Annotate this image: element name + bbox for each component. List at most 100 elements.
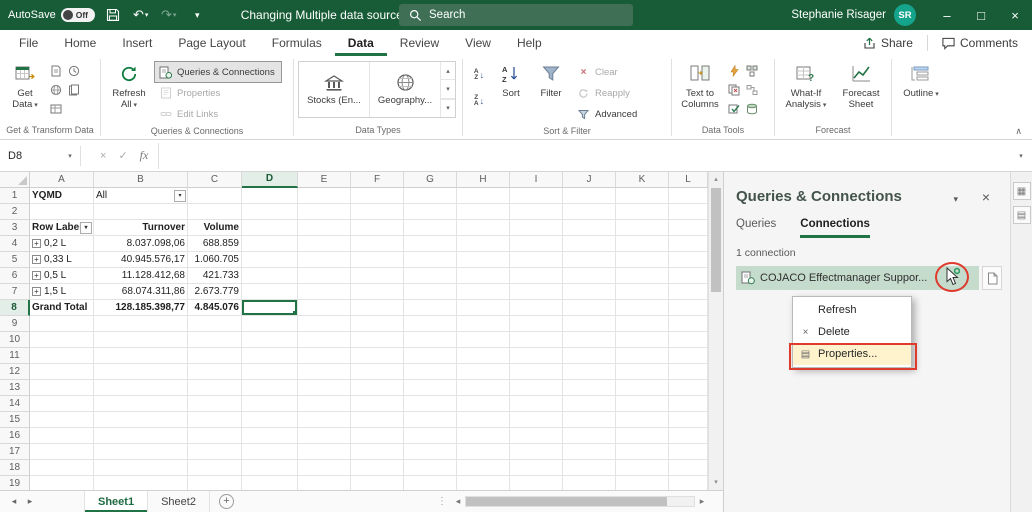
cell-D2[interactable] (242, 204, 298, 220)
connection-item[interactable]: COJACO Effectmanager Suppor... (736, 266, 979, 290)
cell-K17[interactable] (616, 444, 669, 460)
ribbon-tab-page-layout[interactable]: Page Layout (165, 30, 258, 56)
cell-A10[interactable] (30, 332, 94, 348)
cell-F16[interactable] (351, 428, 404, 444)
autosave-switch[interactable]: Off (61, 8, 95, 22)
cell-L11[interactable] (669, 348, 708, 364)
cell-I9[interactable] (510, 316, 563, 332)
cell-J9[interactable] (563, 316, 616, 332)
cell-H18[interactable] (457, 460, 510, 476)
cell-I4[interactable] (510, 236, 563, 252)
cell-H15[interactable] (457, 412, 510, 428)
cell-G2[interactable] (404, 204, 457, 220)
cell-H1[interactable] (457, 188, 510, 204)
cell-J12[interactable] (563, 364, 616, 380)
scroll-up-button[interactable]: ▴ (709, 172, 723, 187)
cell-J18[interactable] (563, 460, 616, 476)
refresh-all-button[interactable]: Refresh All▾ (105, 59, 153, 121)
collapse-ribbon-button[interactable]: ∧ (1015, 126, 1022, 137)
cell-G17[interactable] (404, 444, 457, 460)
cell-D11[interactable] (242, 348, 298, 364)
ribbon-tab-file[interactable]: File (6, 30, 51, 56)
what-if-analysis-button[interactable]: ? What-If Analysis▾ (779, 59, 833, 121)
cell-J13[interactable] (563, 380, 616, 396)
consolidate-button[interactable] (744, 63, 760, 79)
cell-I13[interactable] (510, 380, 563, 396)
relationships-button[interactable] (744, 82, 760, 98)
cell-A17[interactable] (30, 444, 94, 460)
sort-a-to-z-button[interactable]: AZ↓ (467, 64, 491, 86)
pivot-expand-button[interactable]: + (32, 287, 41, 296)
cell-K2[interactable] (616, 204, 669, 220)
forecast-sheet-button[interactable]: Forecast Sheet (835, 59, 887, 121)
cell-D6[interactable] (242, 268, 298, 284)
cell-F6[interactable] (351, 268, 404, 284)
cell-G18[interactable] (404, 460, 457, 476)
select-all-corner[interactable] (0, 172, 30, 188)
cell-J8[interactable] (563, 300, 616, 316)
properties-button[interactable]: Properties (155, 83, 281, 103)
cell-C2[interactable] (188, 204, 242, 220)
add-sheet-button[interactable]: + (219, 494, 234, 509)
hscroll-right-button[interactable]: ▸ (695, 496, 709, 507)
cell-B7[interactable]: 68.074.311,86 (94, 284, 188, 300)
cell-I8[interactable] (510, 300, 563, 316)
cell-D13[interactable] (242, 380, 298, 396)
cell-I15[interactable] (510, 412, 563, 428)
row-header-10[interactable]: 10 (0, 332, 30, 348)
cell-E5[interactable] (298, 252, 351, 268)
cell-L5[interactable] (669, 252, 708, 268)
from-table-range-button[interactable] (48, 101, 64, 117)
cell-A2[interactable] (30, 204, 94, 220)
stocks-button[interactable]: Stocks (En... (299, 62, 370, 117)
cell-E2[interactable] (298, 204, 351, 220)
row-header-18[interactable]: 18 (0, 460, 30, 476)
column-header-K[interactable]: K (616, 172, 669, 188)
get-data-button[interactable]: Get Data▾ (4, 59, 46, 121)
cell-F1[interactable] (351, 188, 404, 204)
cell-D5[interactable] (242, 252, 298, 268)
context-menu-properties[interactable]: ▤ Properties... (793, 343, 911, 365)
cell-L15[interactable] (669, 412, 708, 428)
clear-filter-button[interactable]: × Clear (573, 62, 643, 82)
cell-E3[interactable] (298, 220, 351, 236)
cell-E16[interactable] (298, 428, 351, 444)
cell-A15[interactable] (30, 412, 94, 428)
flash-fill-button[interactable] (726, 63, 742, 79)
cell-A13[interactable] (30, 380, 94, 396)
ribbon-tab-home[interactable]: Home (51, 30, 109, 56)
cell-K5[interactable] (616, 252, 669, 268)
vertical-scroll-thumb[interactable] (711, 188, 721, 292)
cell-I19[interactable] (510, 476, 563, 490)
cell-A7[interactable]: +1,5 L (30, 284, 94, 300)
undo-button[interactable]: ↶▾ (131, 3, 151, 27)
cell-J10[interactable] (563, 332, 616, 348)
vertical-scrollbar[interactable]: ▴ ▾ (708, 172, 723, 490)
cell-H12[interactable] (457, 364, 510, 380)
cell-L2[interactable] (669, 204, 708, 220)
cell-B14[interactable] (94, 396, 188, 412)
filter-dropdown-button[interactable]: ▾ (174, 190, 186, 202)
formula-bar-expand-chevron[interactable]: ▾ (1010, 152, 1032, 160)
cell-I7[interactable] (510, 284, 563, 300)
cell-H19[interactable] (457, 476, 510, 490)
row-header-6[interactable]: 6 (0, 268, 30, 284)
cell-H5[interactable] (457, 252, 510, 268)
cell-F2[interactable] (351, 204, 404, 220)
cell-F11[interactable] (351, 348, 404, 364)
column-header-C[interactable]: C (188, 172, 242, 188)
gallery-more-button[interactable]: ▾ (441, 99, 455, 117)
cell-B18[interactable] (94, 460, 188, 476)
sheet-nav-right-button[interactable]: ▸ (22, 491, 38, 512)
cell-I12[interactable] (510, 364, 563, 380)
cell-K6[interactable] (616, 268, 669, 284)
cell-D15[interactable] (242, 412, 298, 428)
cell-I11[interactable] (510, 348, 563, 364)
cell-K15[interactable] (616, 412, 669, 428)
cell-G3[interactable] (404, 220, 457, 236)
cell-J17[interactable] (563, 444, 616, 460)
cell-E10[interactable] (298, 332, 351, 348)
cell-G12[interactable] (404, 364, 457, 380)
cell-I6[interactable] (510, 268, 563, 284)
cell-H17[interactable] (457, 444, 510, 460)
